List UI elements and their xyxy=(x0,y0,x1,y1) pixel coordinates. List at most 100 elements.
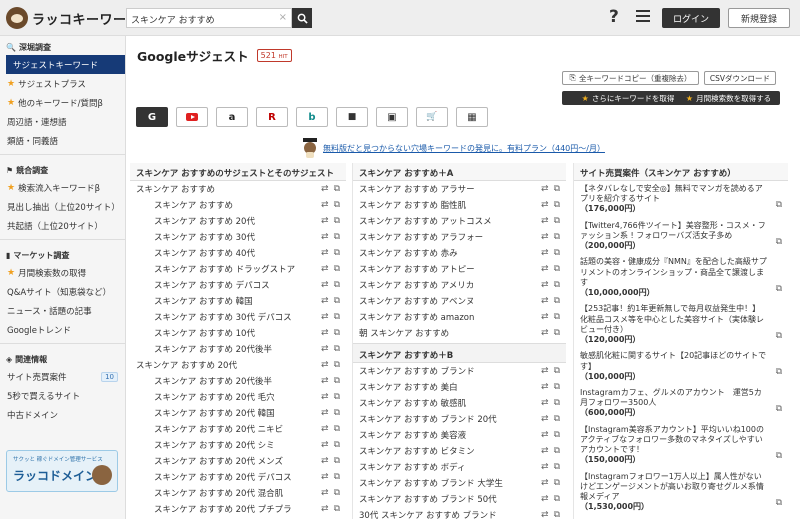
keyword-text[interactable]: スキンケア おすすめ amazon xyxy=(359,311,541,323)
help-icon[interactable]: ? xyxy=(609,7,619,27)
tab-video[interactable]: ■ xyxy=(336,107,368,127)
external-link-icon[interactable]: ⧉ xyxy=(554,478,560,488)
keyword-text[interactable]: スキンケア おすすめ アトピー xyxy=(359,263,541,275)
retweet-icon[interactable]: ⇄ xyxy=(321,408,329,418)
keyword-text[interactable]: スキンケア おすすめ 敏感肌 xyxy=(359,397,541,409)
external-link-icon[interactable]: ⧉ xyxy=(334,200,340,210)
site-sale-title[interactable]: Instagramカフェ、グルメのアカウント 運営5カ月フォロワー3500人 xyxy=(580,388,782,408)
retweet-icon[interactable]: ⇄ xyxy=(321,280,329,290)
site-sale-title[interactable]: 【Instagram美容系アカウント】平均いいね100のアクティブなフォロワー多… xyxy=(580,425,782,456)
retweet-icon[interactable]: ⇄ xyxy=(541,414,549,424)
external-link-icon[interactable]: ⧉ xyxy=(554,312,560,322)
keyword-text[interactable]: スキンケア おすすめ 10代 xyxy=(154,327,321,339)
keyword-text[interactable]: 30代 スキンケア おすすめ ブランド xyxy=(359,509,541,519)
sidebar-item-used-domain[interactable]: 中古ドメイン xyxy=(0,405,125,424)
retweet-icon[interactable]: ⇄ xyxy=(321,184,329,194)
external-link-icon[interactable]: ⧉ xyxy=(554,264,560,274)
keyword-text[interactable]: 朝 スキンケア おすすめ xyxy=(359,327,541,339)
external-link-icon[interactable]: ⧉ xyxy=(554,462,560,472)
keyword-text[interactable]: スキンケア おすすめ デパコス xyxy=(154,279,321,291)
keyword-text[interactable]: スキンケア おすすめ アラサー xyxy=(359,183,541,195)
retweet-icon[interactable]: ⇄ xyxy=(541,184,549,194)
clear-icon[interactable]: × xyxy=(279,12,287,23)
retweet-icon[interactable]: ⇄ xyxy=(321,376,329,386)
retweet-icon[interactable]: ⇄ xyxy=(321,440,329,450)
keyword-text[interactable]: スキンケア おすすめ 20代 ニキビ xyxy=(154,423,321,435)
external-link-icon[interactable]: ⧉ xyxy=(334,488,340,498)
sidebar-item-inflow-keywords[interactable]: ★ 検索流入キーワードβ xyxy=(0,178,125,197)
external-link-icon[interactable]: ⧉ xyxy=(334,312,340,322)
external-link-icon[interactable]: ⧉ xyxy=(554,366,560,376)
keyword-text[interactable]: スキンケア おすすめ ブランド 50代 xyxy=(359,493,541,505)
tab-shopping[interactable]: 🛒 xyxy=(416,107,448,127)
keyword-text[interactable]: スキンケア おすすめ 20代 プチプラ xyxy=(154,503,321,515)
keyword-text[interactable]: スキンケア おすすめ 30代 デパコス xyxy=(154,311,321,323)
sidebar-item-other-keywords[interactable]: ★ 他のキーワード/質問β xyxy=(0,93,125,112)
sidebar-item-monthly-volume[interactable]: ★ 月間検索数の取得 xyxy=(0,263,125,282)
retweet-icon[interactable]: ⇄ xyxy=(541,398,549,408)
retweet-icon[interactable]: ⇄ xyxy=(541,478,549,488)
external-link-icon[interactable]: ⧉ xyxy=(554,248,560,258)
retweet-icon[interactable]: ⇄ xyxy=(541,382,549,392)
keyword-text[interactable]: スキンケア おすすめ xyxy=(136,183,321,195)
external-link-icon[interactable]: ⧉ xyxy=(334,472,340,482)
paid-plan-link[interactable]: 無料版だと見つからない穴場キーワードの発見に。有料プラン（440円〜/月） xyxy=(323,143,605,154)
external-link-icon[interactable]: ⧉ xyxy=(334,440,340,450)
keyword-text[interactable]: スキンケア おすすめ 20代 デパコス xyxy=(154,471,321,483)
external-link-icon[interactable]: ⧉ xyxy=(334,296,340,306)
retweet-icon[interactable]: ⇄ xyxy=(321,504,329,514)
keyword-text[interactable]: スキンケア おすすめ 美容液 xyxy=(359,429,541,441)
keyword-text[interactable]: スキンケア おすすめ 20代 xyxy=(154,215,321,227)
external-link-icon[interactable]: ⧉ xyxy=(554,494,560,504)
retweet-icon[interactable]: ⇄ xyxy=(541,312,549,322)
external-link-icon[interactable]: ⧉ xyxy=(334,248,340,258)
keyword-text[interactable]: スキンケア おすすめ アメリカ xyxy=(359,279,541,291)
external-link-icon[interactable]: ⧉ xyxy=(776,498,782,510)
tab-rakuten[interactable]: R xyxy=(256,107,288,127)
sidebar-item-cooccurrence[interactable]: 共起語（上位20サイト） xyxy=(0,216,125,235)
external-link-icon[interactable]: ⧉ xyxy=(554,382,560,392)
login-button[interactable]: ログイン xyxy=(662,8,720,28)
keyword-text[interactable]: スキンケア おすすめ 20代 混合肌 xyxy=(154,487,321,499)
tab-other[interactable]: ▦ xyxy=(456,107,488,127)
hamburger-menu-icon[interactable] xyxy=(636,10,650,22)
keyword-text[interactable]: スキンケア おすすめ アットコスメ xyxy=(359,215,541,227)
sidebar-item-headings[interactable]: 見出し抽出（上位20サイト） xyxy=(0,197,125,216)
external-link-icon[interactable]: ⧉ xyxy=(554,216,560,226)
retweet-icon[interactable]: ⇄ xyxy=(541,430,549,440)
retweet-icon[interactable]: ⇄ xyxy=(541,494,549,504)
keyword-text[interactable]: スキンケア おすすめ 美白 xyxy=(359,381,541,393)
retweet-icon[interactable]: ⇄ xyxy=(321,424,329,434)
logo[interactable]: ラッコキーワード xyxy=(6,5,140,31)
register-button[interactable]: 新規登録 xyxy=(728,8,790,28)
keyword-text[interactable]: スキンケア おすすめ ドラッグストア xyxy=(154,263,321,275)
keyword-text[interactable]: スキンケア おすすめ ブランド 大学生 xyxy=(359,477,541,489)
tab-amazon[interactable]: a xyxy=(216,107,248,127)
retweet-icon[interactable]: ⇄ xyxy=(321,456,329,466)
site-sale-title[interactable]: 【Twitter4,766件ツイート】美容整形・コスメ・ファッション系 ! フォ… xyxy=(580,221,782,241)
retweet-icon[interactable]: ⇄ xyxy=(541,462,549,472)
external-link-icon[interactable]: ⧉ xyxy=(554,414,560,424)
retweet-icon[interactable]: ⇄ xyxy=(321,232,329,242)
site-sale-title[interactable]: 敏感肌化粧に関するサイト【20記事ほどのサイトです】 xyxy=(580,351,782,371)
keyword-text[interactable]: スキンケア おすすめ 20代 韓国 xyxy=(154,407,321,419)
get-monthly-volume-button[interactable]: ★ 月間検索数を取得する xyxy=(677,91,780,105)
sidebar-item-suggest-keyword[interactable]: サジェストキーワード xyxy=(6,55,125,74)
keyword-text[interactable]: スキンケア おすすめ アラフォー xyxy=(359,231,541,243)
sidebar-item-qa-sites[interactable]: Q&Aサイト（知恵袋など） xyxy=(0,282,125,301)
external-link-icon[interactable]: ⧉ xyxy=(776,404,782,416)
keyword-text[interactable]: スキンケア おすすめ 20代後半 xyxy=(154,343,321,355)
keyword-text[interactable]: スキンケア おすすめ 20代後半 xyxy=(154,375,321,387)
keyword-text[interactable]: スキンケア おすすめ 脂性肌 xyxy=(359,199,541,211)
keyword-text[interactable]: スキンケア おすすめ ブランド xyxy=(359,365,541,377)
keyword-text[interactable]: スキンケア おすすめ 20代 メンズ xyxy=(154,455,321,467)
external-link-icon[interactable]: ⧉ xyxy=(334,408,340,418)
rakko-domain-banner[interactable]: サクッと 稼ぐドメイン管理サービス ラッコドメイン xyxy=(6,450,118,492)
retweet-icon[interactable]: ⇄ xyxy=(541,232,549,242)
external-link-icon[interactable]: ⧉ xyxy=(554,200,560,210)
retweet-icon[interactable]: ⇄ xyxy=(541,446,549,456)
tab-youtube[interactable] xyxy=(176,107,208,127)
search-input[interactable]: スキンケア おすすめ × xyxy=(126,8,292,28)
keyword-text[interactable]: スキンケア おすすめ 30代 xyxy=(154,231,321,243)
sidebar-item-quick-sites[interactable]: 5秒で買えるサイト xyxy=(0,386,125,405)
